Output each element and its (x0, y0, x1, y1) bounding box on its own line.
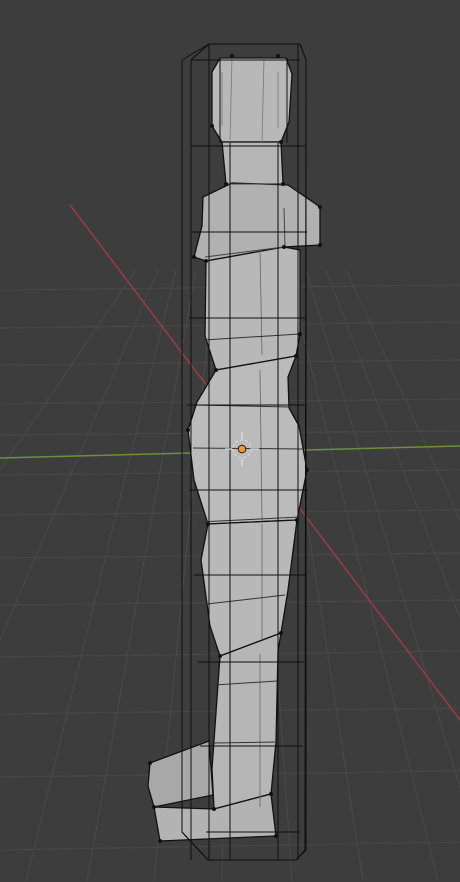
viewport-canvas[interactable] (0, 0, 460, 882)
origin-icon (237, 444, 247, 454)
3d-viewport[interactable] (0, 0, 460, 882)
